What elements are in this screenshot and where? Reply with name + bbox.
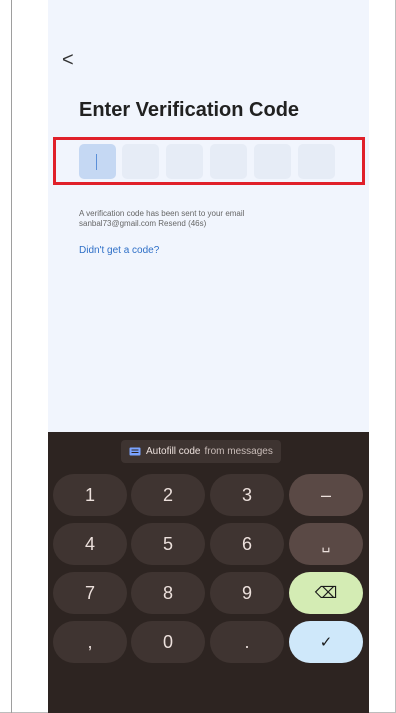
key-8[interactable]: 8 [131,572,205,614]
key-4[interactable]: 4 [53,523,127,565]
code-digit-1[interactable] [79,144,116,179]
key-3[interactable]: 3 [210,474,284,516]
key-comma[interactable]: , [53,621,127,663]
key-6[interactable]: 6 [210,523,284,565]
info-line-2: sanbal73@gmail.com Resend (46s) [79,219,207,228]
key-2[interactable]: 2 [131,474,205,516]
key-minus[interactable]: – [289,474,363,516]
autofill-code-label: Autofill code [146,446,201,457]
code-digit-6[interactable] [298,144,335,179]
code-digit-2[interactable] [122,144,159,179]
page-title: Enter Verification Code [79,99,300,121]
info-line-1: A verification code has been sent to you… [79,209,245,218]
key-1[interactable]: 1 [53,474,127,516]
key-7[interactable]: 7 [53,572,127,614]
code-digit-3[interactable] [166,144,203,179]
key-9[interactable]: 9 [210,572,284,614]
code-digit-4[interactable] [210,144,247,179]
key-0[interactable]: 0 [131,621,205,663]
numeric-keyboard: Autofill code from messages 1 2 3 – 4 5 … [48,432,369,713]
code-digit-5[interactable] [254,144,291,179]
key-period[interactable]: . [210,621,284,663]
enter-key[interactable]: ✓ [289,621,363,663]
key-5[interactable]: 5 [131,523,205,565]
verification-info: A verification code has been sent to you… [79,209,359,229]
key-space[interactable]: ␣ [289,523,363,565]
back-button[interactable]: < [62,50,74,70]
message-icon [129,447,141,457]
text-caret [96,154,97,170]
verification-screen: < Enter Verification Code A verification… [48,0,369,713]
from-messages-label: from messages [204,446,273,457]
left-divider [11,0,12,713]
backspace-key[interactable]: ⌫ [289,572,363,614]
autofill-suggestion[interactable]: Autofill code from messages [121,440,281,463]
didnt-get-code-link[interactable]: Didn't get a code? [79,245,159,256]
